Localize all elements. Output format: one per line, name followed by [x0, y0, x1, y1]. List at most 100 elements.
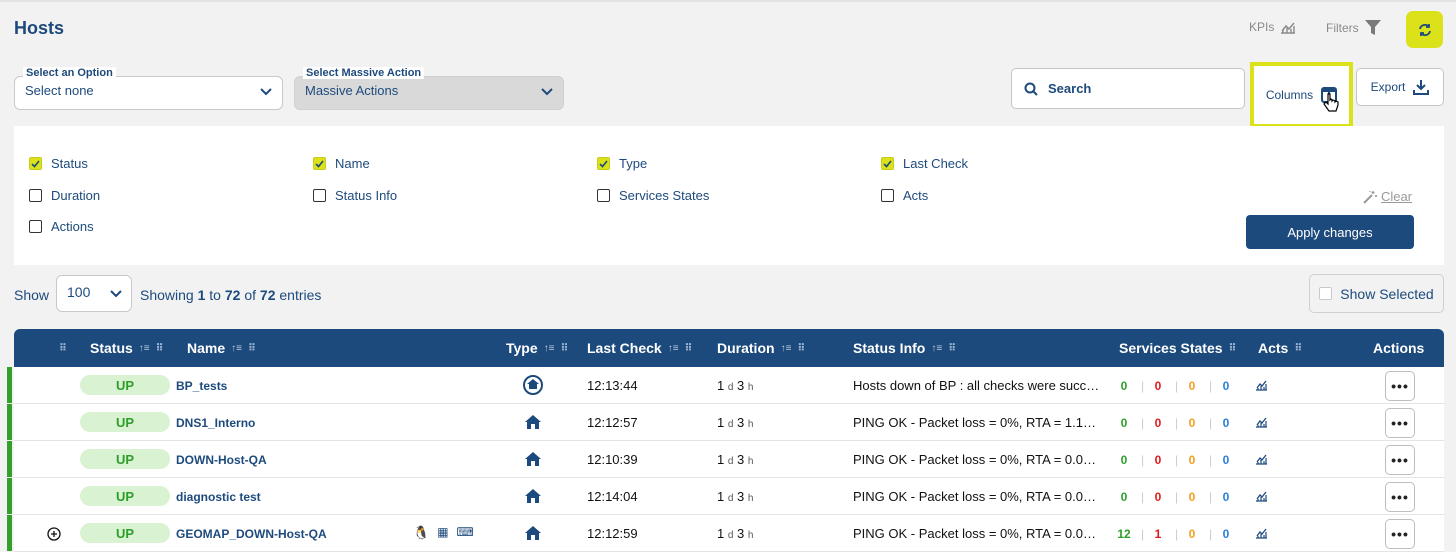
kpis-label: KPIs	[1249, 20, 1275, 34]
host-name-link[interactable]: DNS1_Interno	[176, 416, 255, 430]
download-icon	[1413, 80, 1430, 95]
filters-button[interactable]: Filters	[1326, 20, 1381, 35]
row-actions-button[interactable]: •••	[1385, 482, 1415, 512]
checkbox[interactable]	[29, 220, 42, 233]
massive-action-label: Select Massive Action	[303, 67, 425, 79]
checkbox-label: Status	[51, 156, 88, 171]
column-header-name[interactable]: Name ↑≡ ⠿	[187, 340, 256, 356]
column-header-status[interactable]: Status ↑≡ ⠿	[90, 340, 163, 356]
column-toggle-last-check[interactable]: Last Check	[881, 156, 968, 171]
host-name-link[interactable]: DOWN-Host-QA	[176, 453, 267, 467]
unknown-count: 0	[1222, 379, 1230, 393]
warning-count: 0	[1188, 527, 1196, 541]
column-toggle-status[interactable]: Status	[29, 156, 88, 171]
checkbox[interactable]	[313, 157, 326, 170]
show-selected-label: Show Selected	[1340, 285, 1434, 302]
checkbox-label: Duration	[51, 188, 101, 203]
column-header-status-info[interactable]: Status Info ↑≡ ⠿	[853, 340, 956, 356]
unknown-count: 0	[1222, 453, 1230, 467]
ok-count: 0	[1120, 490, 1128, 504]
duration-value: 1 d 3 h	[717, 415, 754, 430]
show-selected-toggle[interactable]: Show Selected	[1309, 274, 1444, 313]
checkbox[interactable]	[597, 157, 610, 170]
table-header: ⠿ Status ↑≡ ⠿ Name ↑≡ ⠿ Type ↑≡ ⠿ Last Check ↑≡…	[14, 329, 1444, 367]
unknown-count: 0	[1222, 490, 1230, 504]
chart-icon[interactable]	[1255, 379, 1268, 391]
search-input[interactable]: Search	[1011, 68, 1245, 109]
status-indicator-bar	[7, 478, 12, 514]
kpis-button[interactable]: KPIs	[1249, 20, 1296, 34]
unknown-count: 0	[1222, 416, 1230, 430]
chart-icon[interactable]	[1255, 416, 1268, 428]
page-size-select[interactable]: 100	[56, 275, 132, 312]
chart-icon[interactable]	[1255, 527, 1268, 539]
column-header-type[interactable]: Type ↑≡ ⠿	[506, 340, 568, 356]
column-toggle-type[interactable]: Type	[597, 156, 647, 171]
column-header-last-check[interactable]: Last Check ↑≡ ⠿	[587, 340, 692, 356]
table-row[interactable]: UP DNS1_Interno 12:12:57 1 d 3 h PING OK - P…	[7, 404, 1444, 441]
home-icon	[525, 415, 541, 432]
option-select-label: Select an Option	[23, 67, 116, 79]
check-icon	[883, 159, 892, 168]
row-actions-button[interactable]: •••	[1385, 408, 1415, 438]
column-header-duration[interactable]: Duration ↑≡ ⠿	[717, 340, 805, 356]
drag-handle-icon: ⠿	[247, 342, 256, 354]
massive-action-select[interactable]: Massive Actions	[294, 76, 564, 110]
column-toggle-duration[interactable]: Duration	[29, 188, 100, 203]
table-row[interactable]: UP BP_tests 12:13:44 1 d 3 h Hosts down of B…	[7, 367, 1444, 404]
check-icon	[31, 159, 40, 168]
clear-button[interactable]: Clear	[1362, 189, 1412, 204]
chevron-down-icon	[110, 290, 122, 298]
status-indicator-bar	[7, 515, 12, 551]
column-header-services-states[interactable]: Services States ⠿	[1119, 340, 1236, 356]
status-info-text: PING OK - Packet loss = 0%, RTA = 1.1…	[853, 415, 1097, 430]
column-toggle-name[interactable]: Name	[313, 156, 370, 171]
columns-label: Columns	[1265, 88, 1314, 102]
warning-count: 0	[1188, 416, 1196, 430]
checkbox[interactable]	[313, 189, 326, 202]
option-select[interactable]: Select none	[14, 76, 283, 110]
row-actions-button[interactable]: •••	[1385, 371, 1415, 401]
columns-panel	[14, 126, 1444, 265]
column-toggle-acts[interactable]: Acts	[881, 188, 928, 203]
sort-icon: ↑≡	[780, 342, 792, 354]
search-icon	[1024, 82, 1038, 96]
row-actions-button[interactable]: •••	[1385, 519, 1415, 549]
expand-icon[interactable]	[47, 527, 61, 541]
device-icon: ⌨	[456, 525, 474, 539]
checkbox[interactable]	[881, 157, 894, 170]
home-icon	[525, 489, 541, 506]
home-icon	[525, 526, 541, 543]
chart-icon[interactable]	[1255, 453, 1268, 465]
host-name-link[interactable]: diagnostic test	[176, 490, 261, 504]
magic-wand-icon	[1363, 190, 1377, 204]
show-selected-checkbox[interactable]	[1319, 287, 1333, 300]
apply-changes-button[interactable]: Apply changes	[1246, 215, 1414, 249]
host-name-link[interactable]: GEOMAP_DOWN-Host-QA	[176, 527, 327, 541]
checkbox[interactable]	[881, 189, 894, 202]
check-icon	[599, 159, 608, 168]
host-name-link[interactable]: BP_tests	[176, 379, 227, 393]
table-row[interactable]: UP GEOMAP_DOWN-Host-QA 🐧 ▦ ⌨ 12:12:59 1 d 3 h P…	[7, 515, 1444, 552]
refresh-button[interactable]	[1406, 11, 1443, 48]
column-toggle-actions[interactable]: Actions	[29, 219, 94, 234]
chart-icon[interactable]	[1255, 490, 1268, 502]
column-toggle-services-states[interactable]: Services States	[597, 188, 709, 203]
show-label: Show	[14, 287, 50, 303]
drag-handle-icon[interactable]: ⠿	[59, 343, 67, 354]
column-toggle-status-info[interactable]: Status Info	[313, 188, 397, 203]
table-row[interactable]: UP DOWN-Host-QA 12:10:39 1 d 3 h PING OK - P…	[7, 441, 1444, 478]
checkbox[interactable]	[29, 157, 42, 170]
services-states: 0 | 0 | 0 | 0	[1107, 379, 1243, 393]
drag-handle-icon: ⠿	[948, 342, 956, 354]
table-row[interactable]: UP diagnostic test 12:14:04 1 d 3 h PING OK …	[7, 478, 1444, 515]
row-actions-button[interactable]: •••	[1385, 445, 1415, 475]
export-button[interactable]: Export	[1356, 68, 1444, 106]
status-indicator-bar	[7, 441, 12, 477]
checkbox[interactable]	[29, 189, 42, 202]
duration-value: 1 d 3 h	[717, 378, 754, 393]
column-header-acts[interactable]: Acts ⠿	[1258, 340, 1302, 356]
checkbox[interactable]	[597, 189, 610, 202]
duration-value: 1 d 3 h	[717, 452, 754, 467]
checkbox-label: Name	[335, 156, 370, 171]
